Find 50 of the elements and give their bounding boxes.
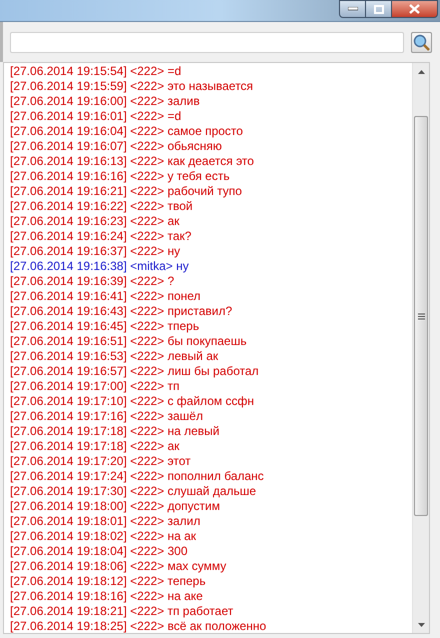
- close-icon: [409, 4, 420, 14]
- chat-message: [27.06.2014 19:17:16] <222> зашёл: [10, 409, 203, 424]
- search-button[interactable]: [411, 32, 432, 52]
- chat-message: [27.06.2014 19:16:38] <mitka> ну: [10, 259, 189, 274]
- close-button[interactable]: [392, 0, 438, 18]
- chat-message: [27.06.2014 19:16:23] <222> ак: [10, 214, 180, 229]
- chat-message: [27.06.2014 19:17:00] <222> тп: [10, 379, 180, 394]
- chat-message: [27.06.2014 19:18:16] <222> на аке: [10, 589, 203, 604]
- chat-message: [27.06.2014 19:16:53] <222> левый ак: [10, 349, 218, 364]
- chat-message: [27.06.2014 19:16:51] <222> бы покупаешь: [10, 334, 247, 349]
- chat-message: [27.06.2014 19:16:16] <222> у тебя есть: [10, 169, 230, 184]
- chat-message: [27.06.2014 19:15:59] <222> это называется: [10, 79, 254, 94]
- chat-message: [27.06.2014 19:16:43] <222> приставил?: [10, 304, 232, 319]
- chat-message: [27.06.2014 19:17:30] <222> слушай дальше: [10, 484, 256, 499]
- chat-message: [27.06.2014 19:15:54] <222> =d: [10, 64, 182, 79]
- chat-message: [27.06.2014 19:16:45] <222> тперь: [10, 319, 200, 334]
- chat-message: [27.06.2014 19:16:41] <222> понел: [10, 289, 201, 304]
- chat-message: [27.06.2014 19:17:20] <222> этот: [10, 454, 191, 469]
- chat-message: [27.06.2014 19:16:37] <222> ну: [10, 244, 180, 259]
- maximize-icon: [374, 4, 384, 14]
- chat-message: [27.06.2014 19:18:01] <222> залил: [10, 514, 200, 529]
- chat-message: [27.06.2014 19:16:21] <222> рабочий тупо: [10, 184, 242, 199]
- minimize-icon: [348, 7, 358, 11]
- maximize-button[interactable]: [366, 0, 392, 18]
- chat-message: [27.06.2014 19:16:57] <222> лиш бы работал: [10, 364, 259, 379]
- chat-message: [27.06.2014 19:18:12] <222> теперь: [10, 574, 206, 589]
- minimize-button[interactable]: [339, 0, 366, 18]
- chat-message: [27.06.2014 19:18:04] <222> 300: [10, 544, 188, 559]
- chat-message: [27.06.2014 19:16:00] <222> залив: [10, 94, 200, 109]
- scrollbar[interactable]: [412, 63, 429, 633]
- chat-message: [27.06.2014 19:16:01] <222> =d: [10, 109, 182, 124]
- chat-message: [27.06.2014 19:16:22] <222> твой: [10, 199, 193, 214]
- scroll-thumb[interactable]: [414, 116, 428, 516]
- chat-message: [27.06.2014 19:17:24] <222> пополнил баланс: [10, 469, 264, 484]
- search-icon: [413, 34, 430, 50]
- chat-message: [27.06.2014 19:17:18] <222> ак: [10, 439, 180, 454]
- chat-message: [27.06.2014 19:16:07] <222> обьясняю: [10, 139, 222, 154]
- search-field[interactable]: [10, 32, 404, 52]
- chat-message: [27.06.2014 19:16:04] <222> самое просто: [10, 124, 243, 139]
- chat-message: [27.06.2014 19:17:10] <222> с файлом ссфн: [10, 394, 254, 409]
- chat-message: [27.06.2014 19:16:24] <222> так?: [10, 229, 192, 244]
- chat-message: [27.06.2014 19:18:25] <222> всё ак положенно: [10, 619, 266, 633]
- grip-icon: [418, 312, 424, 320]
- chat-message: [27.06.2014 19:17:18] <222> на левый: [10, 424, 220, 439]
- chat-message: [27.06.2014 19:18:21] <222> тп работает: [10, 604, 234, 619]
- chat-message: [27.06.2014 19:16:39] <222> ?: [10, 274, 174, 289]
- chat-message: [27.06.2014 19:18:02] <222> на ак: [10, 529, 196, 544]
- chat-message: [27.06.2014 19:18:06] <222> мах сумму: [10, 559, 226, 574]
- chat-message: [27.06.2014 19:16:13] <222> как деается это: [10, 154, 254, 169]
- chat-message: [27.06.2014 19:18:00] <222> допустим: [10, 499, 220, 514]
